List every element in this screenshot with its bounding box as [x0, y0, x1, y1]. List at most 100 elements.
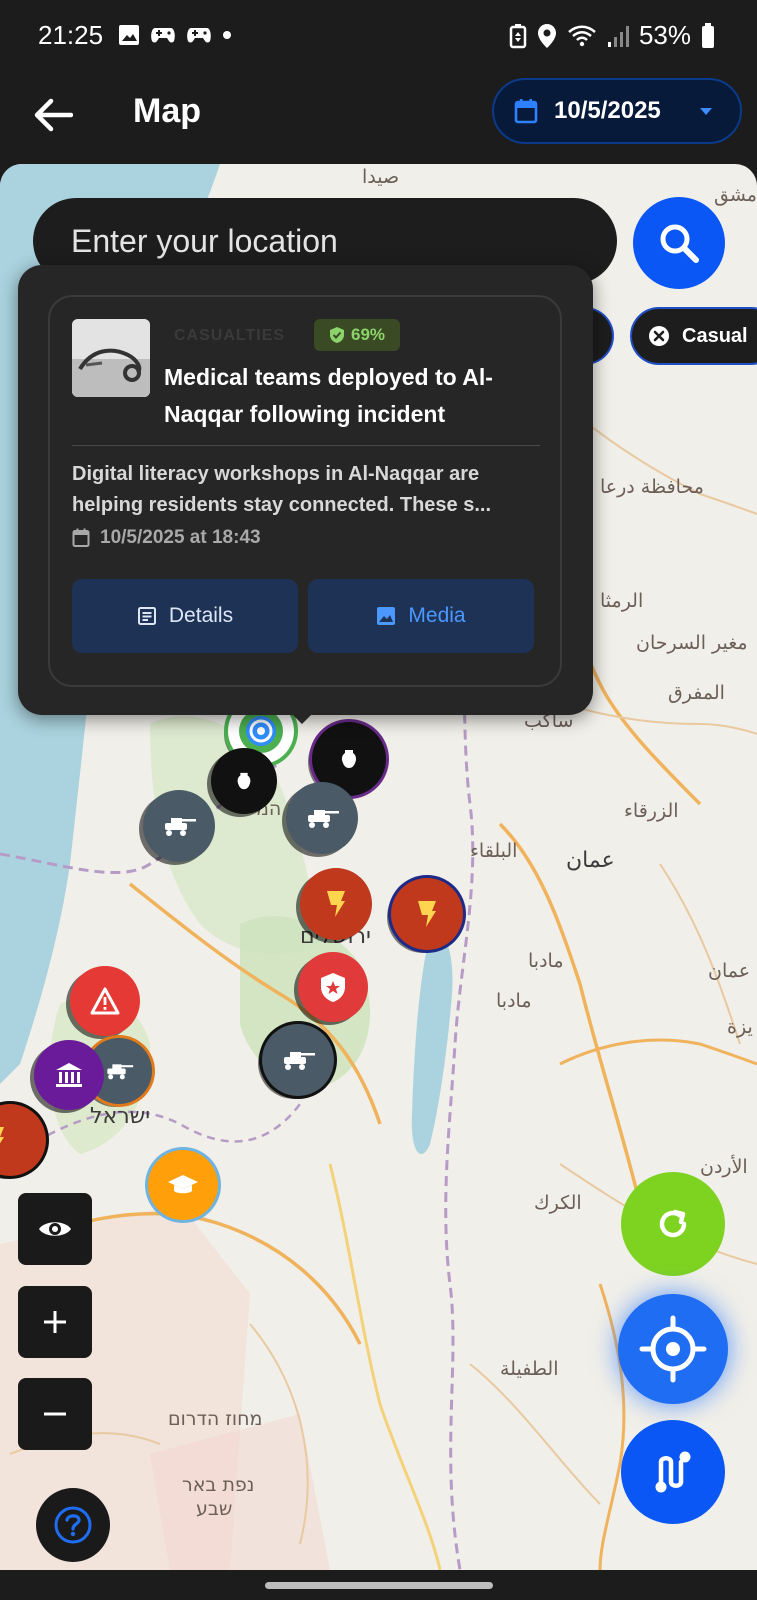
incident-thumbnail — [72, 319, 150, 397]
shield-check-icon — [329, 327, 344, 343]
status-icons-left — [118, 24, 232, 46]
incident-card[interactable]: CASUALTIES 69% Medical teams deployed to… — [48, 295, 562, 687]
calendar-icon — [514, 99, 538, 124]
explosion-icon — [0, 1127, 4, 1144]
refresh-button[interactable] — [621, 1172, 725, 1276]
my-location-button[interactable] — [618, 1294, 728, 1404]
image-icon — [377, 607, 396, 625]
map-label-amman-2: عمان — [708, 960, 751, 982]
media-label: Media — [408, 604, 466, 627]
search-icon — [660, 224, 699, 263]
marker-military-2[interactable] — [286, 782, 358, 854]
incident-description: Digital literacy workshops in Al-Naqqar … — [72, 463, 492, 516]
explosion-icon — [327, 891, 345, 917]
location-pin-icon — [537, 23, 556, 48]
map-label-madaba-2: مادبا — [496, 990, 532, 1012]
explosion-icon — [418, 901, 436, 927]
dot-icon — [223, 31, 231, 39]
map-label-jizah: يزة — [727, 1016, 753, 1038]
marker-security[interactable] — [298, 952, 368, 1022]
warning-icon — [90, 987, 120, 1015]
battery-percent: 53% — [638, 20, 691, 50]
map-label-balqa: البلقاء — [470, 840, 518, 862]
battery-icon — [702, 22, 714, 48]
route-button[interactable] — [621, 1420, 725, 1524]
refresh-icon — [659, 1209, 687, 1238]
document-icon — [137, 607, 156, 625]
map-label-ramtha: الرمثا — [600, 590, 644, 612]
vase-icon — [341, 750, 357, 768]
tank-icon — [308, 810, 339, 828]
tank-icon — [107, 1064, 134, 1080]
map-label-tafila: الطفيلة — [500, 1358, 559, 1380]
status-icons-right: 53% — [509, 20, 715, 51]
map-label-israel: ישראל — [90, 1104, 151, 1129]
search-button[interactable] — [633, 197, 725, 289]
zoom-out-button[interactable] — [18, 1378, 92, 1450]
map-label-amman: عمان — [566, 848, 615, 873]
status-time: 21:25 — [38, 20, 104, 50]
help-button[interactable] — [36, 1488, 110, 1562]
map-label-saida: صيدا — [362, 166, 400, 188]
game-controller-icon — [151, 28, 175, 43]
filter-chip-label: Casual — [682, 324, 748, 347]
marker-institution[interactable] — [34, 1040, 104, 1110]
map-label-zarqa: الزرقاء — [624, 800, 679, 822]
marker-explosion-2[interactable] — [391, 878, 463, 950]
map-label-southern-district: מחוז הדרום — [168, 1408, 263, 1430]
incident-date: 10/5/2025 at 18:43 — [100, 527, 261, 548]
marker-education[interactable] — [148, 1150, 218, 1220]
selected-date: 10/5/2025 — [554, 97, 661, 124]
confidence-value: 69% — [350, 325, 386, 344]
shield-icon — [321, 973, 345, 1002]
calendar-icon — [72, 528, 90, 547]
back-button[interactable] — [28, 90, 78, 140]
arrow-left-icon — [34, 98, 73, 132]
map-label-madaba-1: مادبا — [528, 950, 564, 972]
minus-icon — [44, 1412, 66, 1416]
graduation-cap-icon — [168, 1175, 198, 1194]
zoom-in-button[interactable] — [18, 1286, 92, 1358]
tank-icon — [284, 1052, 315, 1070]
popup-pointer — [290, 712, 314, 724]
eye-icon — [39, 1222, 71, 1236]
game-controller-icon — [187, 28, 211, 43]
details-button[interactable]: Details — [72, 579, 298, 653]
help-icon — [54, 1506, 92, 1544]
map-label-karak: الكرك — [534, 1192, 582, 1214]
popup-divider — [72, 445, 540, 446]
marker-vase-2[interactable] — [211, 748, 277, 814]
signal-icon — [607, 25, 629, 47]
search-input[interactable] — [71, 220, 591, 262]
details-label: Details — [168, 604, 234, 627]
page-title: Map — [133, 92, 201, 130]
chevron-down-icon — [700, 108, 712, 115]
close-circle-icon[interactable] — [648, 325, 670, 347]
route-icon — [655, 1451, 691, 1493]
incident-popup: CASUALTIES 69% Medical teams deployed to… — [18, 265, 593, 715]
date-picker-button[interactable]: 10/5/2025 — [492, 78, 742, 144]
app-header: Map 10/5/2025 — [0, 72, 757, 164]
media-button[interactable]: Media — [308, 579, 534, 653]
visibility-toggle-button[interactable] — [18, 1193, 92, 1265]
marker-explosion-1[interactable] — [300, 868, 372, 940]
wifi-icon — [568, 25, 596, 46]
map-label-jordan: الأردن — [700, 1156, 748, 1178]
map-label-beersheba-top: נפת באר — [182, 1474, 255, 1496]
tank-icon — [165, 818, 196, 836]
filter-chip-casualties[interactable]: Casual — [630, 307, 757, 365]
vase-icon — [237, 772, 251, 790]
plus-icon — [44, 1311, 66, 1333]
bank-icon — [56, 1063, 82, 1087]
marker-military-3[interactable] — [262, 1024, 334, 1096]
incident-title: Medical teams deployed to Al-Naqqar foll… — [164, 364, 493, 427]
crosshair-icon — [639, 1315, 707, 1383]
home-gesture-handle[interactable] — [265, 1582, 493, 1589]
status-bar: 21:25 53% — [0, 0, 757, 72]
battery-saver-icon — [509, 23, 527, 48]
marker-military-1[interactable] — [143, 790, 215, 862]
marker-warning[interactable] — [70, 966, 140, 1036]
incident-date-row: 10/5/2025 at 18:43 — [72, 527, 261, 549]
image-icon — [119, 25, 139, 45]
map-label-mafraq: المفرق — [668, 682, 725, 704]
